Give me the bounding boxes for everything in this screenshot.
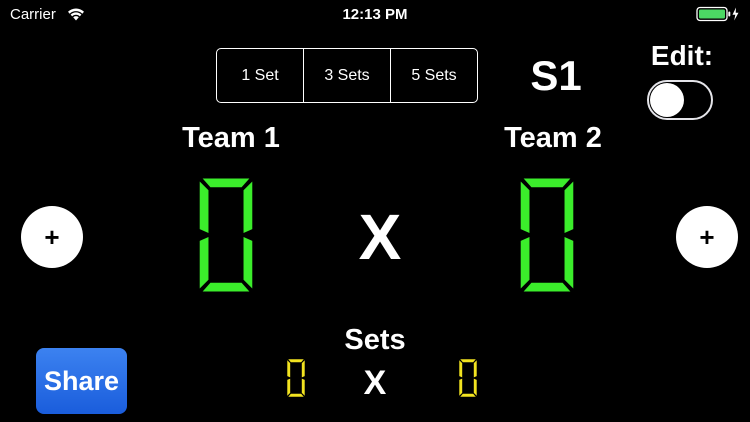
sets-label: Sets: [344, 324, 406, 356]
team-1-sets-won: [287, 359, 305, 397]
edit-toggle[interactable]: [647, 80, 713, 120]
team-1-score: [199, 178, 253, 292]
team-1-sets-won-segment-d: [288, 393, 304, 397]
team-1-sets-won-segment-c: [301, 378, 305, 396]
team-1-score-segment-f: [199, 181, 209, 234]
toggle-knob: [650, 83, 684, 117]
team-2-sets-won-segment-c: [473, 378, 477, 396]
team-2-score: [520, 178, 574, 292]
team-1-sets-won-segment-a: [288, 359, 304, 363]
team-2-sets-won-segment-f: [459, 360, 463, 378]
team-1-sets-won-segment-e: [287, 378, 291, 396]
edit-label: Edit:: [650, 40, 714, 71]
share-button[interactable]: Share: [36, 348, 127, 414]
team-2-score-segment-b: [564, 181, 574, 234]
team-2-score-segment-a: [523, 178, 571, 188]
battery-charging-icon: [696, 6, 739, 22]
set-count-selector: 1 Set 3 Sets 5 Sets: [216, 48, 478, 103]
team-2-score-segment-c: [564, 236, 574, 289]
team-2-sets-won-segment-b: [473, 360, 477, 378]
team-1-score-segment-c: [243, 236, 253, 289]
segment-3-sets[interactable]: 3 Sets: [303, 49, 390, 102]
team-1-add-point-button[interactable]: +: [21, 206, 83, 268]
status-bar: Carrier 12:13 PM: [0, 0, 750, 30]
team-2-sets-won: [459, 359, 477, 397]
team-1-score-segment-b: [243, 181, 253, 234]
segment-1-set[interactable]: 1 Set: [217, 49, 303, 102]
team-2-name: Team 2: [504, 122, 602, 154]
team-2-sets-won-segment-e: [459, 378, 463, 396]
status-clock: 12:13 PM: [342, 6, 408, 23]
sets-versus-label: X: [363, 364, 387, 402]
current-set-indicator: S1: [530, 52, 582, 99]
team-2-sets-won-segment-a: [460, 359, 476, 363]
team-1-score-segment-e: [199, 236, 209, 289]
team-1-score-segment-d: [202, 282, 250, 292]
team-2-score-segment-f: [520, 181, 530, 234]
team-2-add-point-button[interactable]: +: [676, 206, 738, 268]
team-1-score-segment-a: [202, 178, 250, 188]
team-2-score-segment-d: [523, 282, 571, 292]
team-1-sets-won-segment-b: [301, 360, 305, 378]
score-versus-label: X: [358, 201, 402, 273]
team-2-sets-won-segment-d: [460, 393, 476, 397]
team-1-name: Team 1: [182, 122, 280, 154]
segment-5-sets[interactable]: 5 Sets: [390, 49, 477, 102]
team-2-score-segment-e: [520, 236, 530, 289]
team-1-sets-won-segment-f: [287, 360, 291, 378]
